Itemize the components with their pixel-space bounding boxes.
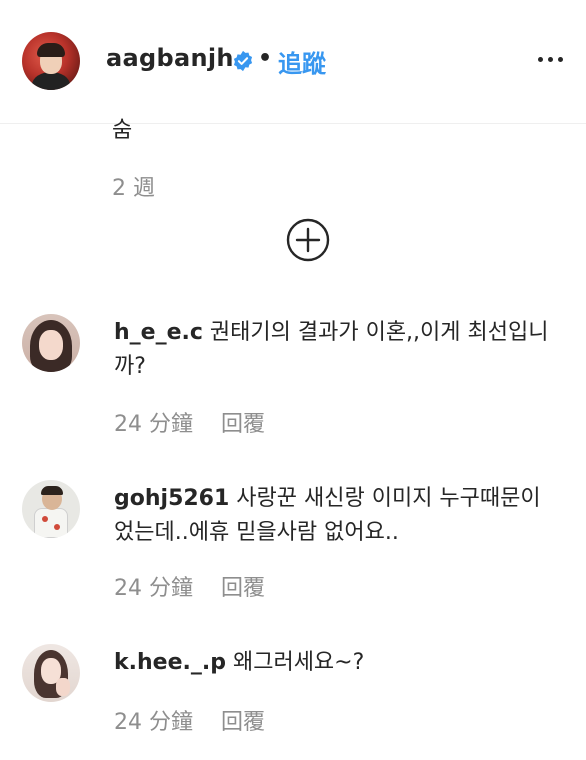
more-options-icon[interactable] [536,48,566,70]
follow-button[interactable]: 追蹤 [278,44,326,79]
commenter-avatar[interactable] [22,480,80,538]
comment-time: 24 分鐘 [114,576,193,601]
comment-text: k.hee._.p 왜그러세요~? [114,646,574,680]
poster-avatar[interactable] [22,32,80,90]
poster-username[interactable]: aagbanjh [106,44,234,72]
commenter-avatar[interactable] [22,644,80,702]
commenter-username[interactable]: h_e_e.c [114,320,203,345]
comment-meta: 24 分鐘 回覆 [114,406,265,438]
comment-meta: 24 分鐘 回覆 [114,704,265,736]
verified-badge-icon [233,50,253,72]
commenter-avatar[interactable] [22,314,80,372]
comment-time: 24 分鐘 [114,710,193,735]
comment-text: gohj5261 사랑꾼 새신랑 이미지 누구때문이 었는데..에휴 믿을사람 … [114,482,574,550]
plus-circle-icon[interactable] [286,218,330,262]
commenter-username[interactable]: gohj5261 [114,486,229,511]
commenter-username[interactable]: k.hee._.p [114,650,226,675]
comment-body-continued: 까? [114,354,146,379]
comment-text: h_e_e.c 권태기의 결과가 이혼,,이게 최선입니 까? [114,316,574,384]
comment-time: 24 分鐘 [114,412,193,437]
reply-button[interactable]: 回覆 [221,412,265,437]
separator-dot: • [258,46,273,71]
previous-comment-time: 2 週 [112,176,155,201]
comment-body: 왜그러세요~? [232,650,365,675]
previous-comment-tail: 숨 [112,118,133,143]
comment-body-continued: 었는데..에휴 믿을사람 없어요.. [114,520,399,545]
post-header: aagbanjh • 追蹤 [0,0,586,124]
reply-button[interactable]: 回覆 [221,576,265,601]
comment-body: 권태기의 결과가 이혼,,이게 최선입니 [209,320,549,345]
comment-meta: 24 分鐘 回覆 [114,570,265,602]
reply-button[interactable]: 回覆 [221,710,265,735]
comment-body: 사랑꾼 새신랑 이미지 누구때문이 [236,486,541,511]
